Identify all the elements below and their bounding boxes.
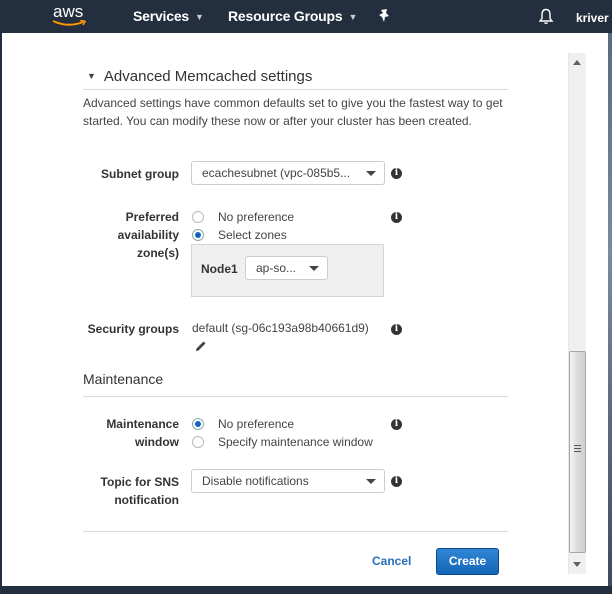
aws-logo[interactable]: aws: [52, 3, 88, 29]
node1-zone-select[interactable]: ap-so...: [245, 256, 328, 280]
dropdown-arrow-icon: [309, 266, 319, 271]
mw-no-preference-radio[interactable]: [192, 418, 204, 430]
bell-icon[interactable]: [538, 8, 554, 25]
aws-smile-icon: [52, 20, 87, 26]
node1-label: Node1: [201, 262, 238, 276]
az-select-zones-radio[interactable]: [192, 229, 204, 241]
mw-specify-radio[interactable]: [192, 436, 204, 448]
resource-groups-menu[interactable]: Resource Groups ▼: [228, 8, 357, 24]
dropdown-arrow-icon: [366, 479, 376, 484]
sns-topic-label: Topic for SNS notification: [100, 475, 179, 507]
availability-zone-label: Preferred availability zone(s): [117, 210, 179, 260]
cancel-button[interactable]: Cancel: [372, 554, 411, 568]
mw-no-preference-label[interactable]: No preference: [218, 417, 294, 431]
edit-pencil-icon[interactable]: [195, 340, 207, 352]
az-no-preference-radio[interactable]: [192, 211, 204, 223]
subnet-group-select[interactable]: ecachesubnet (vpc-085b5...: [191, 161, 385, 185]
vertical-scrollbar[interactable]: [568, 53, 586, 574]
maintenance-window-label: Maintenance window: [106, 417, 179, 449]
security-groups-label: Security groups: [87, 322, 179, 336]
sns-topic-select[interactable]: Disable notifications: [191, 469, 385, 493]
info-icon[interactable]: i: [391, 212, 402, 223]
advanced-settings-toggle[interactable]: ▼ Advanced Memcached settings: [87, 68, 312, 85]
info-icon[interactable]: i: [391, 324, 402, 335]
dropdown-arrow-icon: [366, 171, 376, 176]
scroll-up-arrow-icon[interactable]: [569, 55, 586, 71]
grip-icon: [574, 445, 581, 454]
subnet-group-label: Subnet group: [101, 167, 179, 181]
user-menu[interactable]: kriver: [576, 11, 609, 25]
security-groups-value: default (sg-06c193a98b40661d9): [192, 321, 369, 335]
caret-down-icon: ▼: [87, 71, 96, 81]
services-menu[interactable]: Services ▼: [133, 8, 204, 24]
info-icon[interactable]: i: [391, 419, 402, 430]
divider: [83, 396, 508, 397]
window-border: [0, 586, 612, 594]
scrollbar-thumb[interactable]: [569, 351, 586, 553]
scroll-down-arrow-icon[interactable]: [569, 556, 586, 572]
divider: [83, 89, 508, 90]
maintenance-heading: Maintenance: [83, 371, 164, 387]
az-select-zones-label[interactable]: Select zones: [218, 228, 287, 242]
pin-icon[interactable]: [378, 8, 392, 24]
create-button[interactable]: Create: [436, 548, 499, 575]
az-no-preference-label[interactable]: No preference: [218, 210, 294, 224]
mw-specify-label[interactable]: Specify maintenance window: [218, 435, 373, 449]
chevron-down-icon: ▼: [195, 12, 204, 22]
info-icon[interactable]: i: [391, 168, 402, 179]
divider: [83, 531, 508, 532]
advanced-description: Advanced settings have common defaults s…: [83, 96, 503, 128]
window-border: [608, 33, 612, 586]
top-navigation-bar: aws Services ▼ Resource Groups ▼ kriver: [0, 0, 612, 33]
chevron-down-icon: ▼: [348, 12, 358, 22]
info-icon[interactable]: i: [391, 476, 402, 487]
